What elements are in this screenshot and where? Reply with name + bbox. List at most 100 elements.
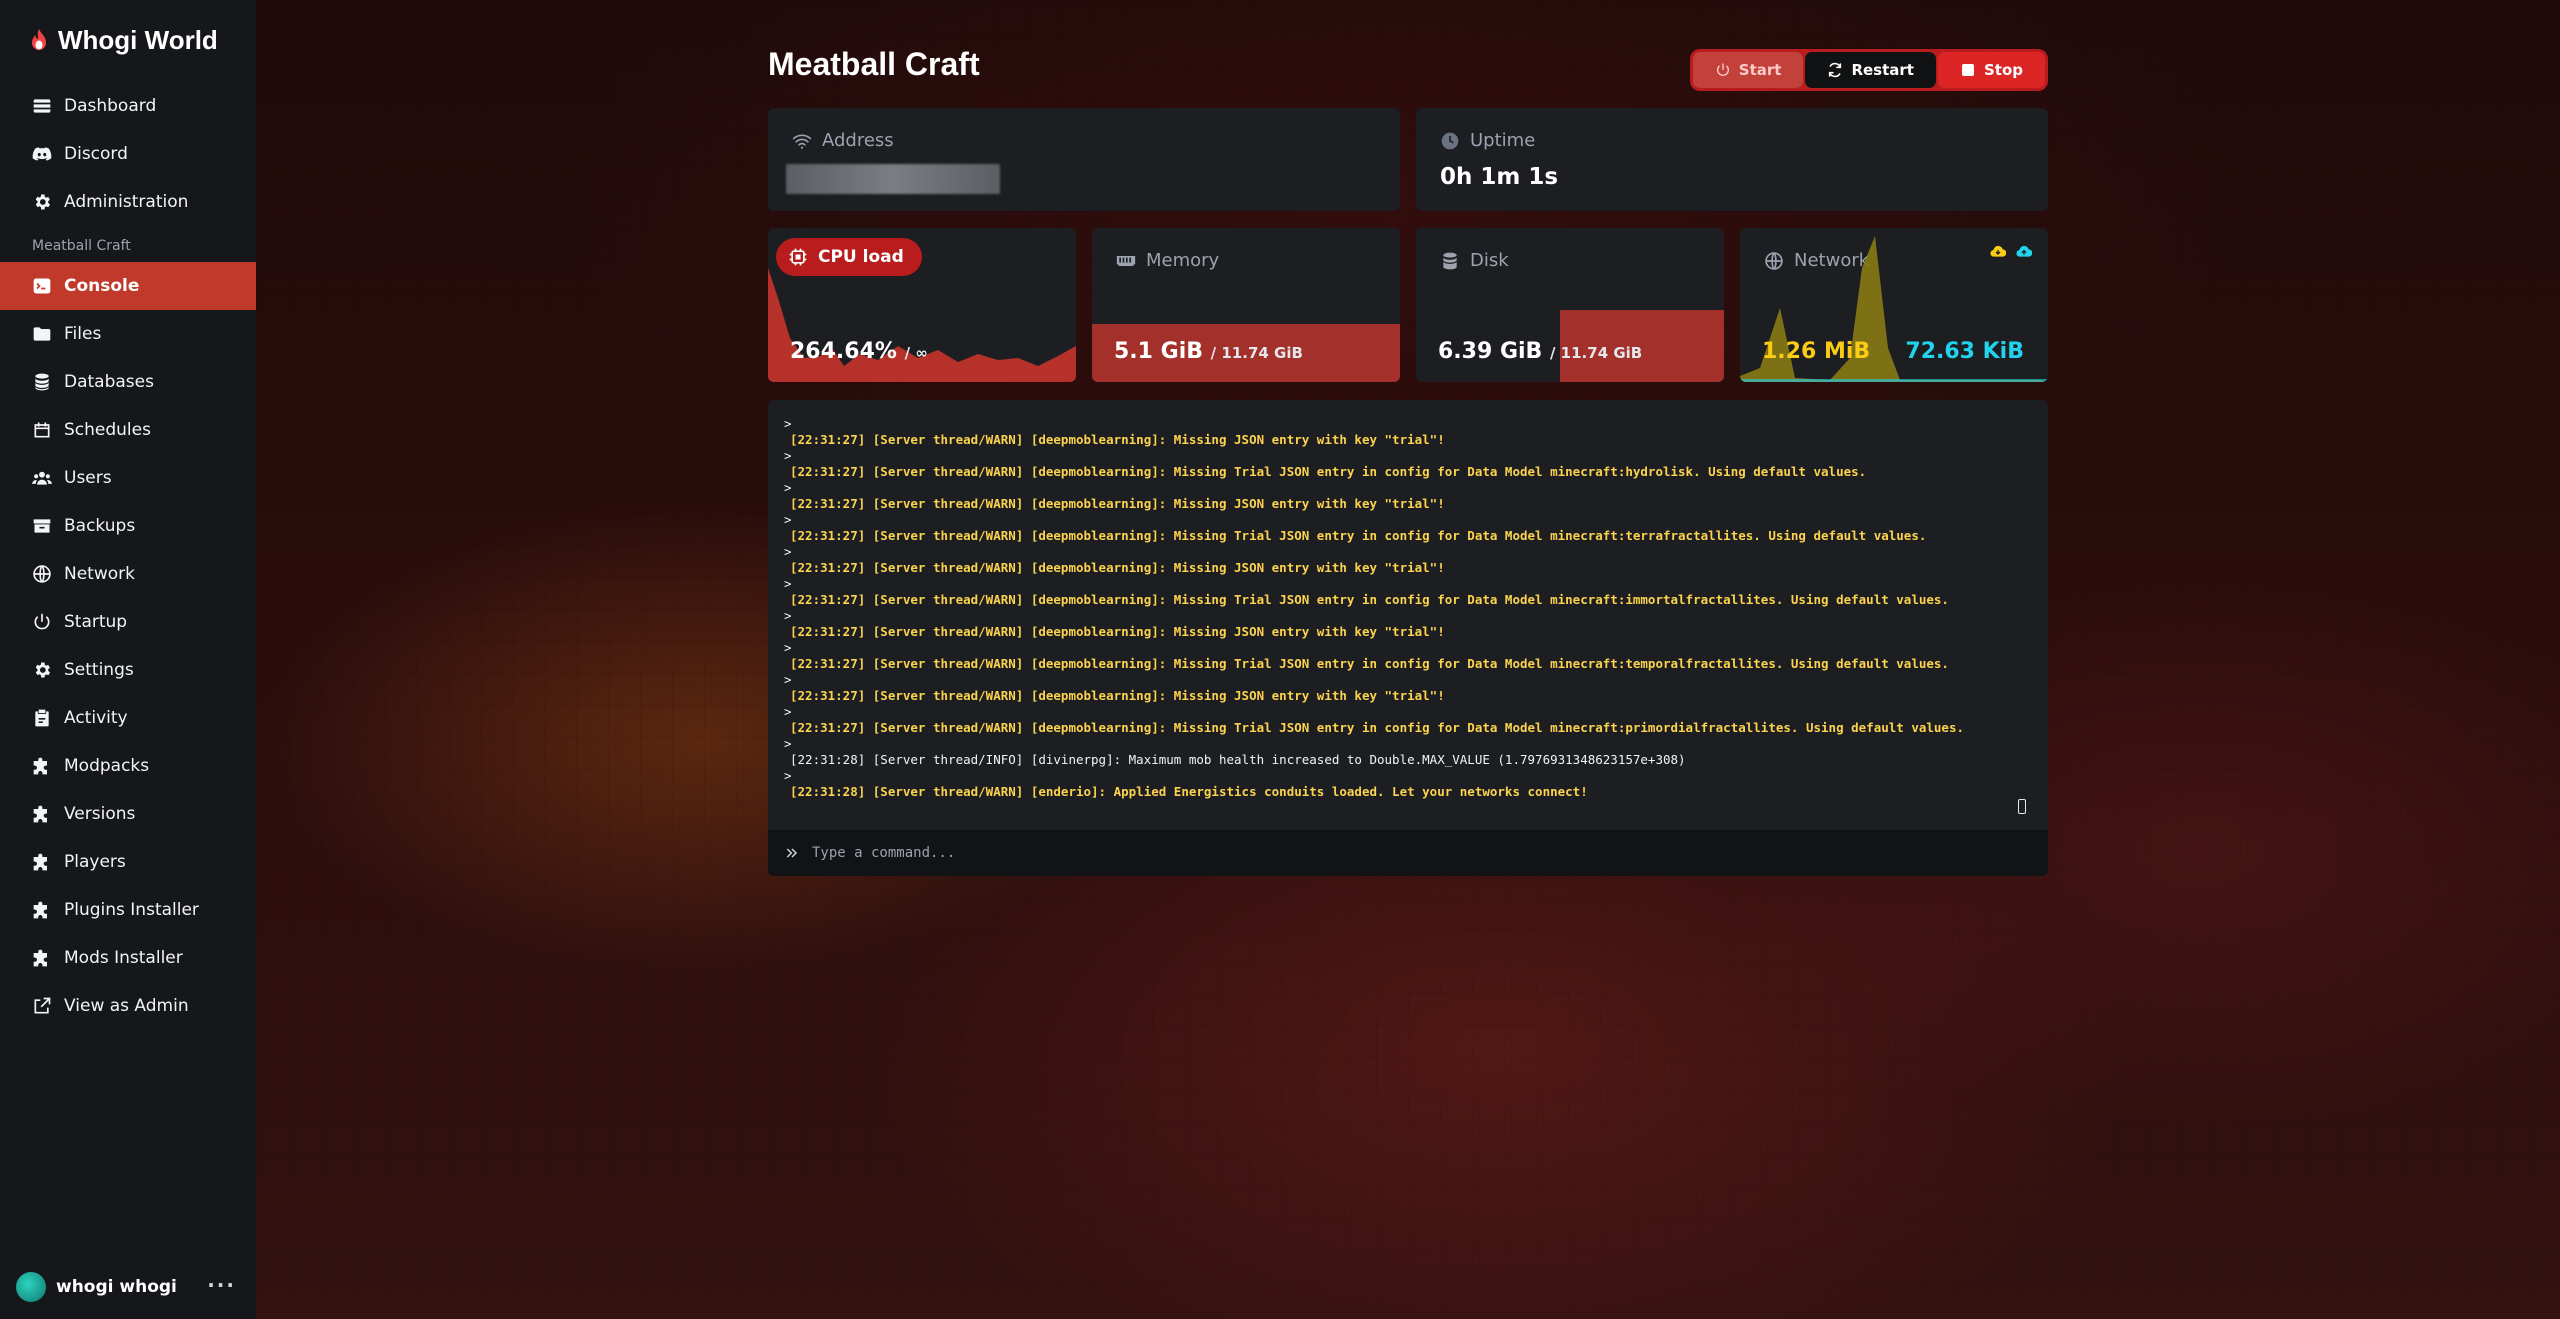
cpu-card: CPU load 264.64% / ∞ [768,228,1076,382]
console-prompt: > [784,512,792,527]
discord-icon [32,144,52,164]
console-line: [22:31:27] [Server thread/WARN] [deepmob… [790,432,1445,447]
network-outbound-area [1740,379,2048,382]
chevrons-right-icon [784,845,800,861]
network-outbound-value: 72.63 KiB [1905,339,2024,364]
database-icon [32,372,52,392]
sidebar-item-view-as-admin[interactable]: View as Admin [0,982,256,1030]
console-line: [22:31:27] [Server thread/WARN] [deepmob… [790,720,1964,735]
sidebar-item-administration[interactable]: Administration [0,178,256,226]
sidebar-item-label: View as Admin [64,996,189,1016]
restart-button-label: Restart [1851,61,1914,79]
start-button-label: Start [1738,61,1782,79]
command-input[interactable] [812,845,2048,861]
puzzle-icon [32,900,52,920]
stop-button[interactable]: Stop [1937,52,2045,88]
sidebar-nav: Dashboard Discord Administration Meatbal… [0,80,256,1030]
globe-icon [32,564,52,584]
sidebar-item-label: Backups [64,516,136,536]
console-line: [22:31:27] [Server thread/WARN] [deepmob… [790,464,1867,479]
console-prompt: > [784,576,792,591]
memory-value: 5.1 GiB / 11.74 GiB [1114,339,1303,364]
disk-value: 6.39 GiB / 11.74 GiB [1438,339,1642,364]
more-options-icon[interactable]: ··· [207,1273,236,1297]
disk-limit: / 11.74 GiB [1549,344,1643,362]
network-inbound-value: 1.26 MiB [1762,339,1871,364]
address-value-redacted[interactable] [786,164,1000,194]
wifi-icon [792,131,812,151]
uptime-label-text: Uptime [1470,130,1536,151]
dashboard-icon [32,96,52,116]
sidebar-item-discord[interactable]: Discord [0,130,256,178]
sidebar-item-label: Discord [64,144,128,164]
console-output[interactable]: > [22:31:27] [Server thread/WARN] [deepm… [768,400,2048,830]
memory-value-text: 5.1 GiB [1114,339,1203,364]
address-card: Address [768,108,1400,211]
restart-button[interactable]: Restart [1805,52,1936,88]
console-line: [22:31:27] [Server thread/WARN] [deepmob… [790,560,1445,575]
uptime-label: Uptime [1440,130,1535,151]
console-prompt: > [784,704,792,719]
sidebar-item-label: Schedules [64,420,151,440]
cpu-limit: / ∞ [904,344,928,362]
sidebar: Whogi World Dashboard Discord Administra… [0,0,256,1319]
power-icon [1715,62,1731,78]
sidebar-item-schedules[interactable]: Schedules [0,406,256,454]
archive-icon [32,516,52,536]
clock-icon [1440,131,1460,151]
sidebar-item-backups[interactable]: Backups [0,502,256,550]
user-name: whogi whogi [56,1277,177,1297]
console-cursor [2018,799,2026,814]
sidebar-section-title: Meatball Craft [32,238,131,254]
console-line: [22:31:27] [Server thread/WARN] [deepmob… [790,656,1949,671]
sidebar-item-label: Modpacks [64,756,150,776]
sidebar-item-versions[interactable]: Versions [0,790,256,838]
cpu-value-text: 264.64% [790,339,897,364]
sidebar-item-label: Databases [64,372,154,392]
console-prompt: > [784,672,792,687]
external-link-icon [32,996,52,1016]
sidebar-item-users[interactable]: Users [0,454,256,502]
console-line: [22:31:27] [Server thread/WARN] [deepmob… [790,592,1949,607]
sidebar-item-players[interactable]: Players [0,838,256,886]
sidebar-item-console[interactable]: Console [0,262,256,310]
terminal-icon [32,276,52,296]
sidebar-item-plugins-installer[interactable]: Plugins Installer [0,886,256,934]
puzzle-icon [32,948,52,968]
sidebar-item-label: Players [64,852,126,872]
console-line: [22:31:28] [Server thread/INFO] [diviner… [790,752,1686,767]
address-label-text: Address [822,130,894,151]
sidebar-item-label: Startup [64,612,128,632]
puzzle-icon [32,756,52,776]
console-line: [22:31:27] [Server thread/WARN] [deepmob… [790,624,1445,639]
sidebar-item-startup[interactable]: Startup [0,598,256,646]
sidebar-item-modpacks[interactable]: Modpacks [0,742,256,790]
sidebar-item-dashboard[interactable]: Dashboard [0,82,256,130]
sidebar-item-label: Plugins Installer [64,900,199,920]
users-icon [32,468,52,488]
flame-logo-icon [32,29,46,50]
console-prompt: > [784,416,792,431]
sidebar-item-label: Activity [64,708,128,728]
start-button[interactable]: Start [1692,52,1804,88]
sidebar-item-label: Users [64,468,112,488]
brand[interactable]: Whogi World [0,0,256,80]
memory-limit: / 11.74 GiB [1210,344,1303,362]
sidebar-item-settings[interactable]: Settings [0,646,256,694]
command-bar [768,830,2048,876]
sidebar-item-databases[interactable]: Databases [0,358,256,406]
console-prompt: > [784,544,792,559]
console-prompt: > [784,768,792,783]
sidebar-item-label: Settings [64,660,134,680]
sidebar-item-label: Mods Installer [64,948,183,968]
sidebar-item-activity[interactable]: Activity [0,694,256,742]
user-profile[interactable]: whogi whogi ··· [0,1255,256,1319]
sidebar-item-network[interactable]: Network [0,550,256,598]
sidebar-item-label: Dashboard [64,96,157,116]
sidebar-item-files[interactable]: Files [0,310,256,358]
sidebar-item-mods-installer[interactable]: Mods Installer [0,934,256,982]
power-icon [32,612,52,632]
address-label: Address [792,130,894,151]
page-title: Meatball Craft [768,46,980,82]
sidebar-item-label: Files [64,324,102,344]
